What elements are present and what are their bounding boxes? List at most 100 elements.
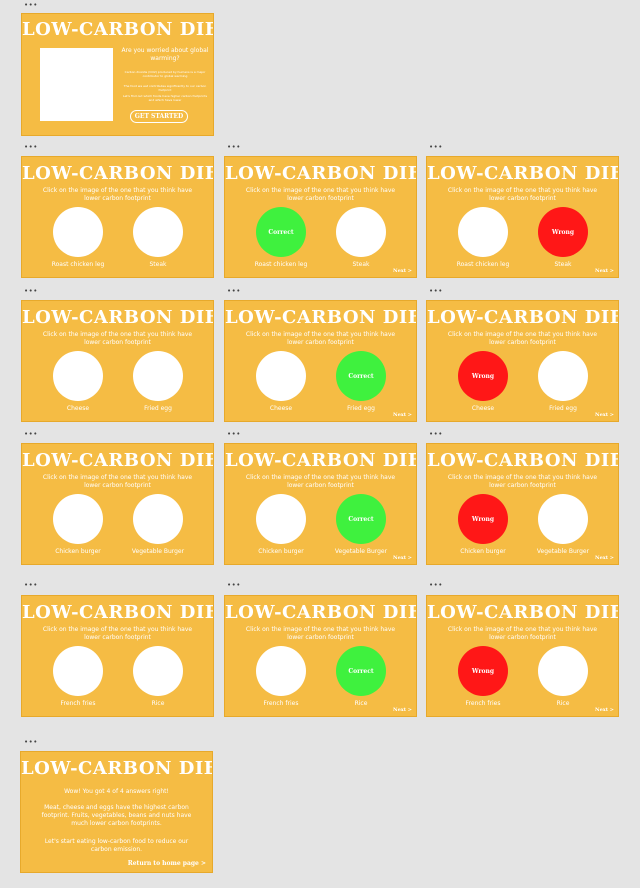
return-home-link[interactable]: Return to home page > [128,860,206,867]
frame-label: ••• [24,738,38,746]
quiz-screen-wrong: LOW-CARBON DIET Click on the image of th… [426,156,619,278]
intro-question: Are you worried about global warming? [121,47,209,62]
food-label: French fries [60,700,96,707]
quiz-screen: LOW-CARBON DIET Click on the image of th… [21,443,214,565]
result-paragraph: Let's start eating low-carbon food to re… [44,838,189,853]
instruction-text: Click on the image of the one that you t… [42,331,193,346]
food-option-left[interactable] [256,646,306,696]
instruction-text: Click on the image of the one that you t… [447,474,598,489]
quiz-screen: LOW-CARBON DIET Click on the image of th… [21,595,214,717]
page-title: LOW-CARBON DIET [427,307,619,328]
food-label: Steak [352,261,370,268]
frame-label: ••• [24,143,38,151]
instruction-text: Click on the image of the one that you t… [447,626,598,641]
correct-option[interactable]: Correct [336,646,386,696]
food-option-left[interactable] [53,207,103,257]
food-label: Chicken burger [55,548,101,555]
food-label: Rice [556,700,570,707]
quiz-screen-correct: LOW-CARBON DIET Click on the image of th… [224,443,417,565]
page-title: LOW-CARBON DIET [21,758,213,779]
next-button[interactable]: Next > [393,555,412,561]
frame-label: ••• [227,143,241,151]
wrong-option[interactable]: Wrong [458,646,508,696]
next-button[interactable]: Next > [393,707,412,713]
food-option-right[interactable] [133,351,183,401]
correct-option[interactable]: Correct [256,207,306,257]
instruction-text: Click on the image of the one that you t… [245,474,396,489]
quiz-screen-correct: LOW-CARBON DIET Click on the image of th… [224,300,417,422]
correct-option[interactable]: Correct [336,351,386,401]
wrong-option[interactable]: Wrong [458,494,508,544]
food-option-right[interactable] [336,207,386,257]
food-label: Fried egg [549,405,577,412]
wrong-label: Wrong [471,372,495,380]
page-title: LOW-CARBON DIET [225,307,417,328]
instruction-text: Click on the image of the one that you t… [245,626,396,641]
frame-label: ••• [429,287,443,295]
wrong-label: Wrong [471,667,495,675]
next-button[interactable]: Next > [393,268,412,274]
food-label: Fried egg [347,405,375,412]
frame-label: ••• [24,430,38,438]
food-option-left[interactable] [53,646,103,696]
page-title: LOW-CARBON DIET [22,19,214,40]
instruction-text: Click on the image of the one that you t… [447,331,598,346]
page-title: LOW-CARBON DIET [22,307,214,328]
page-title: LOW-CARBON DIET [427,163,619,184]
food-label: Cheese [269,405,293,412]
food-label: Rice [151,700,165,707]
page-title: LOW-CARBON DIET [225,163,417,184]
food-label: Cheese [471,405,495,412]
food-option-left[interactable] [256,351,306,401]
next-button[interactable]: Next > [595,268,614,274]
wrong-option[interactable]: Wrong [458,351,508,401]
frame-label: ••• [429,581,443,589]
wrong-label: Wrong [471,515,495,523]
food-option-left[interactable] [53,351,103,401]
food-option-right[interactable] [538,646,588,696]
food-option-right[interactable] [133,207,183,257]
food-option-right[interactable] [538,494,588,544]
food-option-right[interactable] [133,494,183,544]
food-label: Roast chicken leg [456,261,510,268]
correct-option[interactable]: Correct [336,494,386,544]
instruction-text: Click on the image of the one that you t… [245,187,396,202]
frame-label: ••• [24,581,38,589]
instruction-text: Click on the image of the one that you t… [42,626,193,641]
food-label: Roast chicken leg [254,261,308,268]
intro-text: Carbon dioxide (CO2) produced by humans … [124,70,206,78]
frame-label: ••• [429,430,443,438]
food-option-left[interactable] [256,494,306,544]
page-title: LOW-CARBON DIET [22,450,214,471]
next-button[interactable]: Next > [595,707,614,713]
intro-screen: LOW-CARBON DIET Are you worried about gl… [21,13,214,136]
quiz-screen-wrong: LOW-CARBON DIET Click on the image of th… [426,595,619,717]
instruction-text: Click on the image of the one that you t… [42,474,193,489]
correct-label: Correct [268,228,294,236]
quiz-screen-wrong: LOW-CARBON DIET Click on the image of th… [426,300,619,422]
food-option-right[interactable] [133,646,183,696]
next-button[interactable]: Next > [393,412,412,418]
food-label: Vegetable Burger [334,548,388,555]
frame-label: ••• [429,143,443,151]
next-button[interactable]: Next > [595,555,614,561]
quiz-screen: LOW-CARBON DIET Click on the image of th… [21,156,214,278]
quiz-screen-wrong: LOW-CARBON DIET Click on the image of th… [426,443,619,565]
food-label: Chicken burger [258,548,304,555]
page-title: LOW-CARBON DIET [22,163,214,184]
page-title: LOW-CARBON DIET [427,450,619,471]
next-button[interactable]: Next > [595,412,614,418]
food-option-right[interactable] [538,351,588,401]
correct-label: Correct [348,372,374,380]
frame-label: ••• [227,581,241,589]
page-title: LOW-CARBON DIET [225,450,417,471]
wrong-option[interactable]: Wrong [538,207,588,257]
instruction-text: Click on the image of the one that you t… [245,331,396,346]
intro-text: The food we eat contributes significantl… [123,84,207,92]
frame-label: ••• [227,430,241,438]
page-title: LOW-CARBON DIET [427,602,619,623]
correct-label: Correct [348,667,374,675]
get-started-button[interactable]: GET STARTED [130,110,188,123]
food-option-left[interactable] [53,494,103,544]
food-option-left[interactable] [458,207,508,257]
